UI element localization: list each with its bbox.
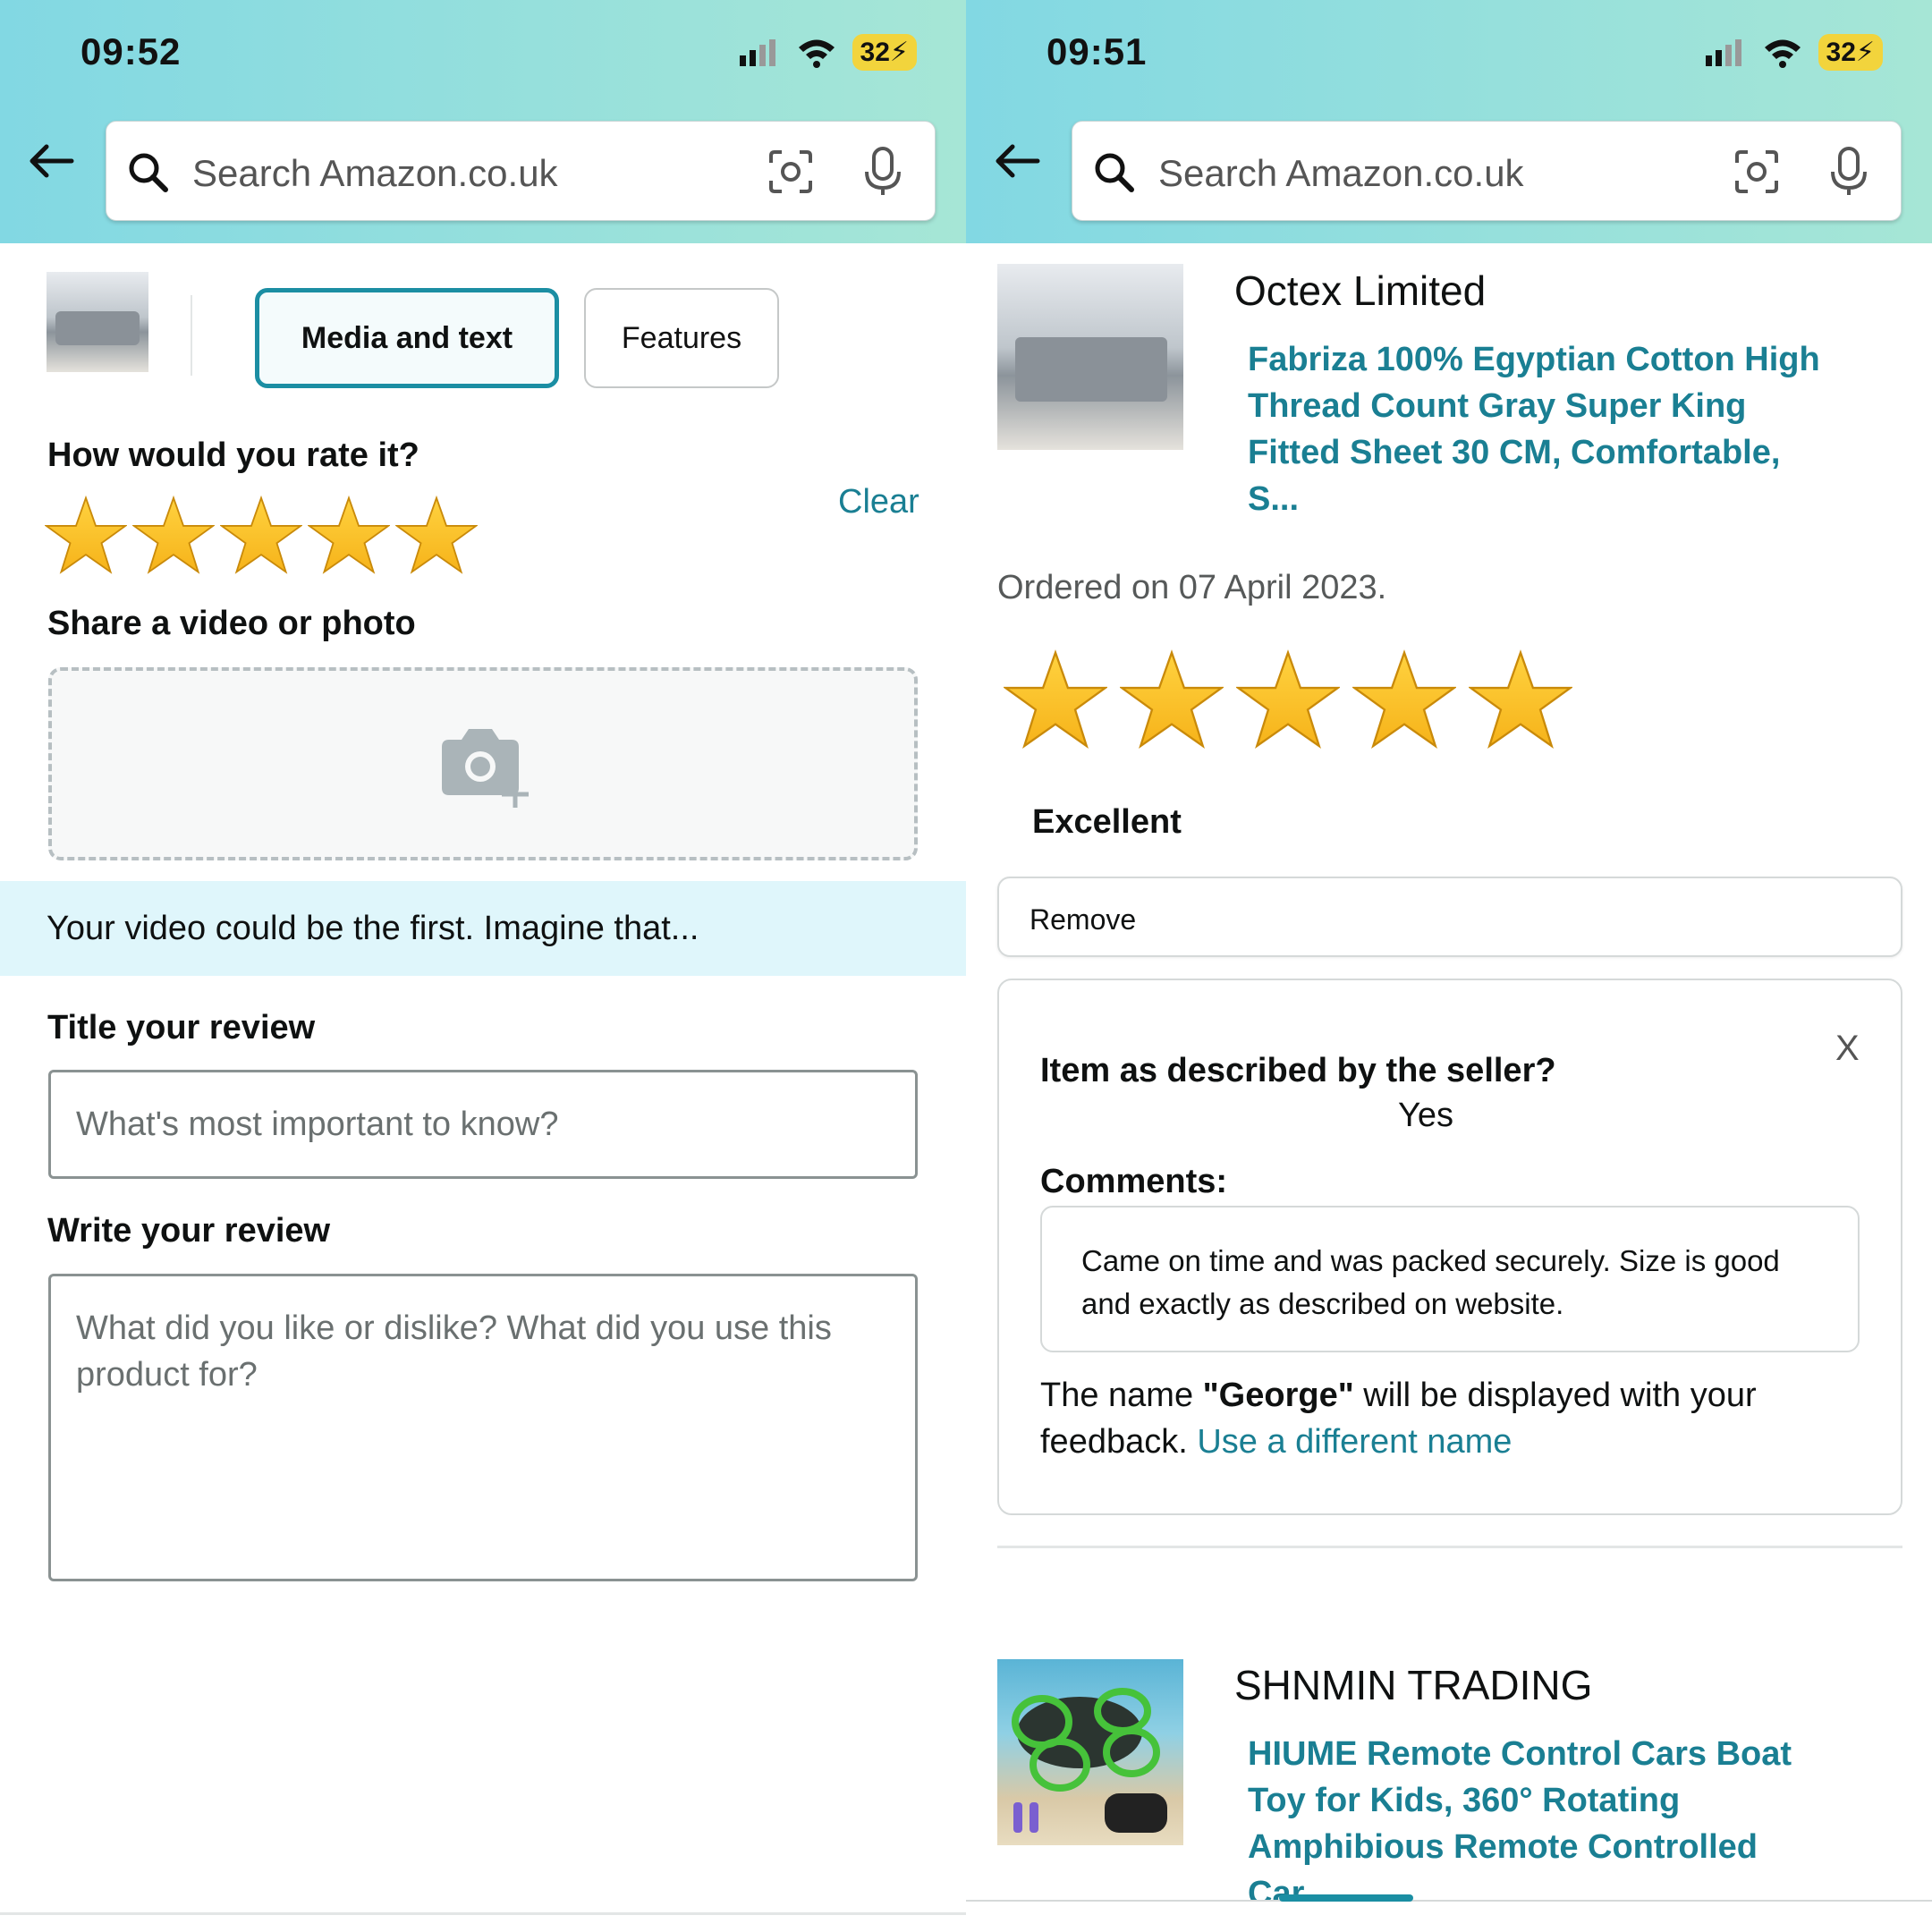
rating-heading: How would you rate it? [47, 436, 419, 474]
seller-name: SHNMIN TRADING [1234, 1662, 1593, 1708]
star-rating[interactable] [45, 495, 478, 577]
star-icon[interactable] [45, 495, 127, 577]
order-divider [997, 1546, 1902, 1548]
app-header: 09:51 32⚡ Search Amazon.co.uk [966, 0, 1932, 243]
bottom-divider [0, 1912, 966, 1915]
sheet-handle-pill[interactable] [1279, 1894, 1413, 1902]
tab-media-and-text[interactable]: Media and text [255, 288, 559, 388]
app-header: 09:52 32⚡ Search Amazon.co.uk [0, 0, 966, 243]
comment-textarea[interactable]: Came on time and was packed securely. Si… [1040, 1206, 1860, 1352]
product-thumbnail [47, 272, 148, 372]
battery-level: 32 [1826, 38, 1856, 67]
comment-text: Came on time and was packed securely. Si… [1081, 1244, 1780, 1320]
feedback-screen: 09:51 32⚡ Search Amazon.co.uk Octex Limi… [966, 0, 1932, 1932]
battery-icon: 32⚡ [1818, 34, 1883, 71]
remove-button[interactable]: Remove [997, 877, 1902, 957]
search-input[interactable]: Search Amazon.co.uk [106, 121, 936, 221]
close-icon[interactable]: X [1835, 1029, 1860, 1069]
star-icon[interactable] [132, 495, 215, 577]
star-icon[interactable] [1120, 648, 1224, 752]
camera-scan-icon[interactable] [1733, 148, 1780, 195]
remove-button-label: Remove [1030, 903, 1137, 936]
product-thumbnail[interactable] [997, 1659, 1183, 1845]
search-placeholder: Search Amazon.co.uk [1158, 152, 1524, 194]
star-icon[interactable] [220, 495, 302, 577]
wifi-icon [798, 39, 835, 68]
star-icon[interactable] [1004, 648, 1107, 752]
status-time: 09:51 [1046, 30, 1148, 72]
ordered-date: Ordered on 07 April 2023. [997, 569, 1387, 606]
media-upload-area[interactable] [48, 667, 918, 860]
comments-label: Comments: [1040, 1163, 1228, 1200]
tab-features[interactable]: Features [584, 288, 779, 388]
signal-icon [1705, 38, 1741, 66]
battery-icon: 32⚡ [852, 34, 917, 71]
search-icon [129, 153, 168, 192]
review-title-input[interactable]: What's most important to know? [48, 1070, 918, 1179]
review-form-screen: 09:52 32⚡ Search Amazon.co.uk Media and … [0, 0, 966, 1932]
clear-rating-link[interactable]: Clear [838, 483, 919, 521]
use-different-name-link[interactable]: Use a different name [1197, 1423, 1512, 1461]
question-label: Item as described by the seller? [1040, 1052, 1556, 1089]
status-time: 09:52 [80, 30, 182, 72]
display-name: "George" [1202, 1377, 1354, 1414]
camera-scan-icon[interactable] [767, 148, 814, 195]
video-banner: Your video could be the first. Imagine t… [0, 881, 966, 976]
product-title-link[interactable]: HIUME Remote Control Cars Boat Toy for K… [1248, 1731, 1820, 1917]
rating-word: Excellent [1032, 803, 1182, 841]
tab-divider [191, 295, 192, 376]
star-icon[interactable] [1236, 648, 1340, 752]
search-placeholder: Search Amazon.co.uk [192, 152, 558, 194]
microphone-icon[interactable] [1829, 147, 1868, 197]
question-answer: Yes [1398, 1097, 1453, 1134]
microphone-icon[interactable] [863, 147, 902, 197]
product-title-link[interactable]: Fabriza 100% Egyptian Cotton High Thread… [1248, 336, 1820, 522]
star-icon[interactable] [308, 495, 390, 577]
bottom-sheet-handle [966, 1894, 1932, 1932]
search-icon [1095, 153, 1134, 192]
status-icons: 32⚡ [739, 34, 917, 71]
signal-icon [739, 38, 775, 66]
status-icons: 32⚡ [1705, 34, 1883, 71]
display-name-note: The name "George" will be displayed with… [1040, 1372, 1845, 1465]
seller-name: Octex Limited [1234, 267, 1487, 314]
title-heading: Title your review [47, 1009, 316, 1046]
feedback-card: X Item as described by the seller? Yes C… [997, 979, 1902, 1515]
upload-heading: Share a video or photo [47, 605, 416, 642]
back-arrow-icon[interactable] [27, 143, 75, 183]
review-body-placeholder: What did you like or dislike? What did y… [76, 1309, 832, 1394]
name-note-prefix: The name [1040, 1377, 1203, 1414]
back-arrow-icon[interactable] [993, 143, 1041, 183]
star-icon[interactable] [1469, 648, 1572, 752]
video-banner-text: Your video could be the first. Imagine t… [47, 910, 699, 947]
seller-star-rating[interactable] [1004, 648, 1572, 752]
add-photo-icon [442, 729, 529, 808]
review-title-placeholder: What's most important to know? [76, 1106, 559, 1143]
star-icon[interactable] [395, 495, 478, 577]
battery-level: 32 [860, 38, 890, 67]
search-input[interactable]: Search Amazon.co.uk [1072, 121, 1902, 221]
wifi-icon [1764, 39, 1801, 68]
product-thumbnail[interactable] [997, 264, 1183, 450]
review-heading: Write your review [47, 1212, 331, 1250]
star-icon[interactable] [1352, 648, 1456, 752]
review-body-textarea[interactable]: What did you like or dislike? What did y… [48, 1274, 918, 1581]
